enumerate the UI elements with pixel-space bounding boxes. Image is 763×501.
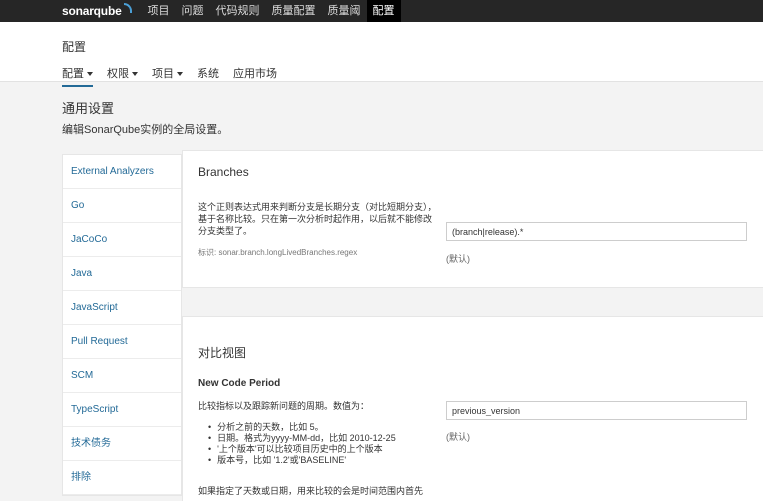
- chevron-down-icon: [132, 72, 138, 77]
- subnav-marketplace[interactable]: 应用市场: [233, 65, 277, 87]
- list-item: 日期。格式为yyyy-MM-dd，比如 2010-12-25: [208, 433, 396, 444]
- category-go[interactable]: Go: [63, 189, 181, 223]
- new-code-period-options: 分析之前的天数，比如 5。 日期。格式为yyyy-MM-dd，比如 2010-1…: [208, 422, 396, 466]
- new-code-period-input[interactable]: [446, 401, 747, 420]
- logo-text: sonarqube: [62, 4, 122, 18]
- top-navbar: sonarqube 项目 问题 代码规则 质量配置 质量阈 配置: [0, 0, 763, 22]
- compare-view-title: 对比视图: [198, 346, 247, 360]
- category-java[interactable]: Java: [63, 257, 181, 291]
- category-exclusions[interactable]: 排除: [63, 461, 181, 495]
- subnav-projects[interactable]: 项目: [152, 65, 183, 87]
- list-item: '上个版本'可以比较项目历史中的上个版本: [208, 444, 396, 455]
- category-external-analyzers[interactable]: External Analyzers: [63, 155, 181, 189]
- category-typescript[interactable]: TypeScript: [63, 393, 181, 427]
- admin-subnav: 配置 权限 项目 系统 应用市场: [62, 65, 277, 87]
- page-header: 配置 配置 权限 项目 系统 应用市场: [0, 22, 763, 87]
- logo-wave-icon: [123, 3, 132, 13]
- subnav-security-label: 权限: [107, 68, 129, 80]
- chevron-down-icon: [177, 72, 183, 77]
- branches-panel: Branches 这个正则表达式用来判断分支是长期分支（对比短期分支），基于名称…: [182, 150, 763, 288]
- nav-projects[interactable]: 项目: [142, 0, 176, 22]
- subnav-system[interactable]: 系统: [197, 65, 219, 87]
- chevron-down-icon: [87, 72, 93, 77]
- subnav-configuration-label: 配置: [62, 68, 84, 80]
- subnav-security[interactable]: 权限: [107, 65, 138, 87]
- list-item: 版本号，比如 '1.2'或'BASELINE': [208, 455, 396, 466]
- category-jacoco[interactable]: JaCoCo: [63, 223, 181, 257]
- nav-rules[interactable]: 代码规则: [210, 0, 266, 22]
- new-code-period-label: New Code Period: [198, 378, 281, 389]
- new-code-period-default-label: (默认): [446, 432, 470, 442]
- nav-administration[interactable]: 配置: [366, 0, 401, 22]
- list-item: 分析之前的天数，比如 5。: [208, 422, 396, 433]
- sonarqube-logo[interactable]: sonarqube: [62, 3, 132, 18]
- branches-setting-key: 标识: sonar.branch.longLivedBranches.regex: [198, 248, 358, 257]
- branches-title: Branches: [198, 165, 249, 179]
- category-javascript[interactable]: JavaScript: [63, 291, 181, 325]
- subnav-projects-label: 项目: [152, 68, 174, 80]
- compare-view-panel: 对比视图 New Code Period 比较指标以及跟踪新问题的周期。数值为：…: [182, 316, 763, 501]
- nav-quality-profiles[interactable]: 质量配置: [266, 0, 322, 22]
- subnav-configuration[interactable]: 配置: [62, 65, 93, 87]
- new-code-period-description: 比较指标以及跟踪新问题的周期。数值为：: [198, 401, 370, 411]
- branches-description: 这个正则表达式用来判断分支是长期分支（对比短期分支），基于名称比较。只在第一次分…: [198, 202, 437, 236]
- top-nav-menu: 项目 问题 代码规则 质量配置 质量阈 配置: [142, 0, 401, 22]
- category-list: External Analyzers Go JaCoCo Java JavaSc…: [62, 154, 182, 496]
- page-title: 配置: [62, 40, 87, 54]
- branches-regex-input[interactable]: [446, 222, 747, 241]
- nav-quality-gates[interactable]: 质量阈: [322, 0, 367, 22]
- category-pull-request[interactable]: Pull Request: [63, 325, 181, 359]
- section-title: 通用设置: [62, 101, 115, 116]
- new-code-period-footer: 如果指定了天数或日期，用来比较的会是时间范围内首先: [198, 486, 424, 496]
- category-scm[interactable]: SCM: [63, 359, 181, 393]
- category-technical-debt[interactable]: 技术债务: [63, 427, 181, 461]
- branches-default-label: (默认): [446, 254, 470, 264]
- nav-issues[interactable]: 问题: [176, 0, 210, 22]
- section-description: 编辑SonarQube实例的全局设置。: [62, 124, 229, 136]
